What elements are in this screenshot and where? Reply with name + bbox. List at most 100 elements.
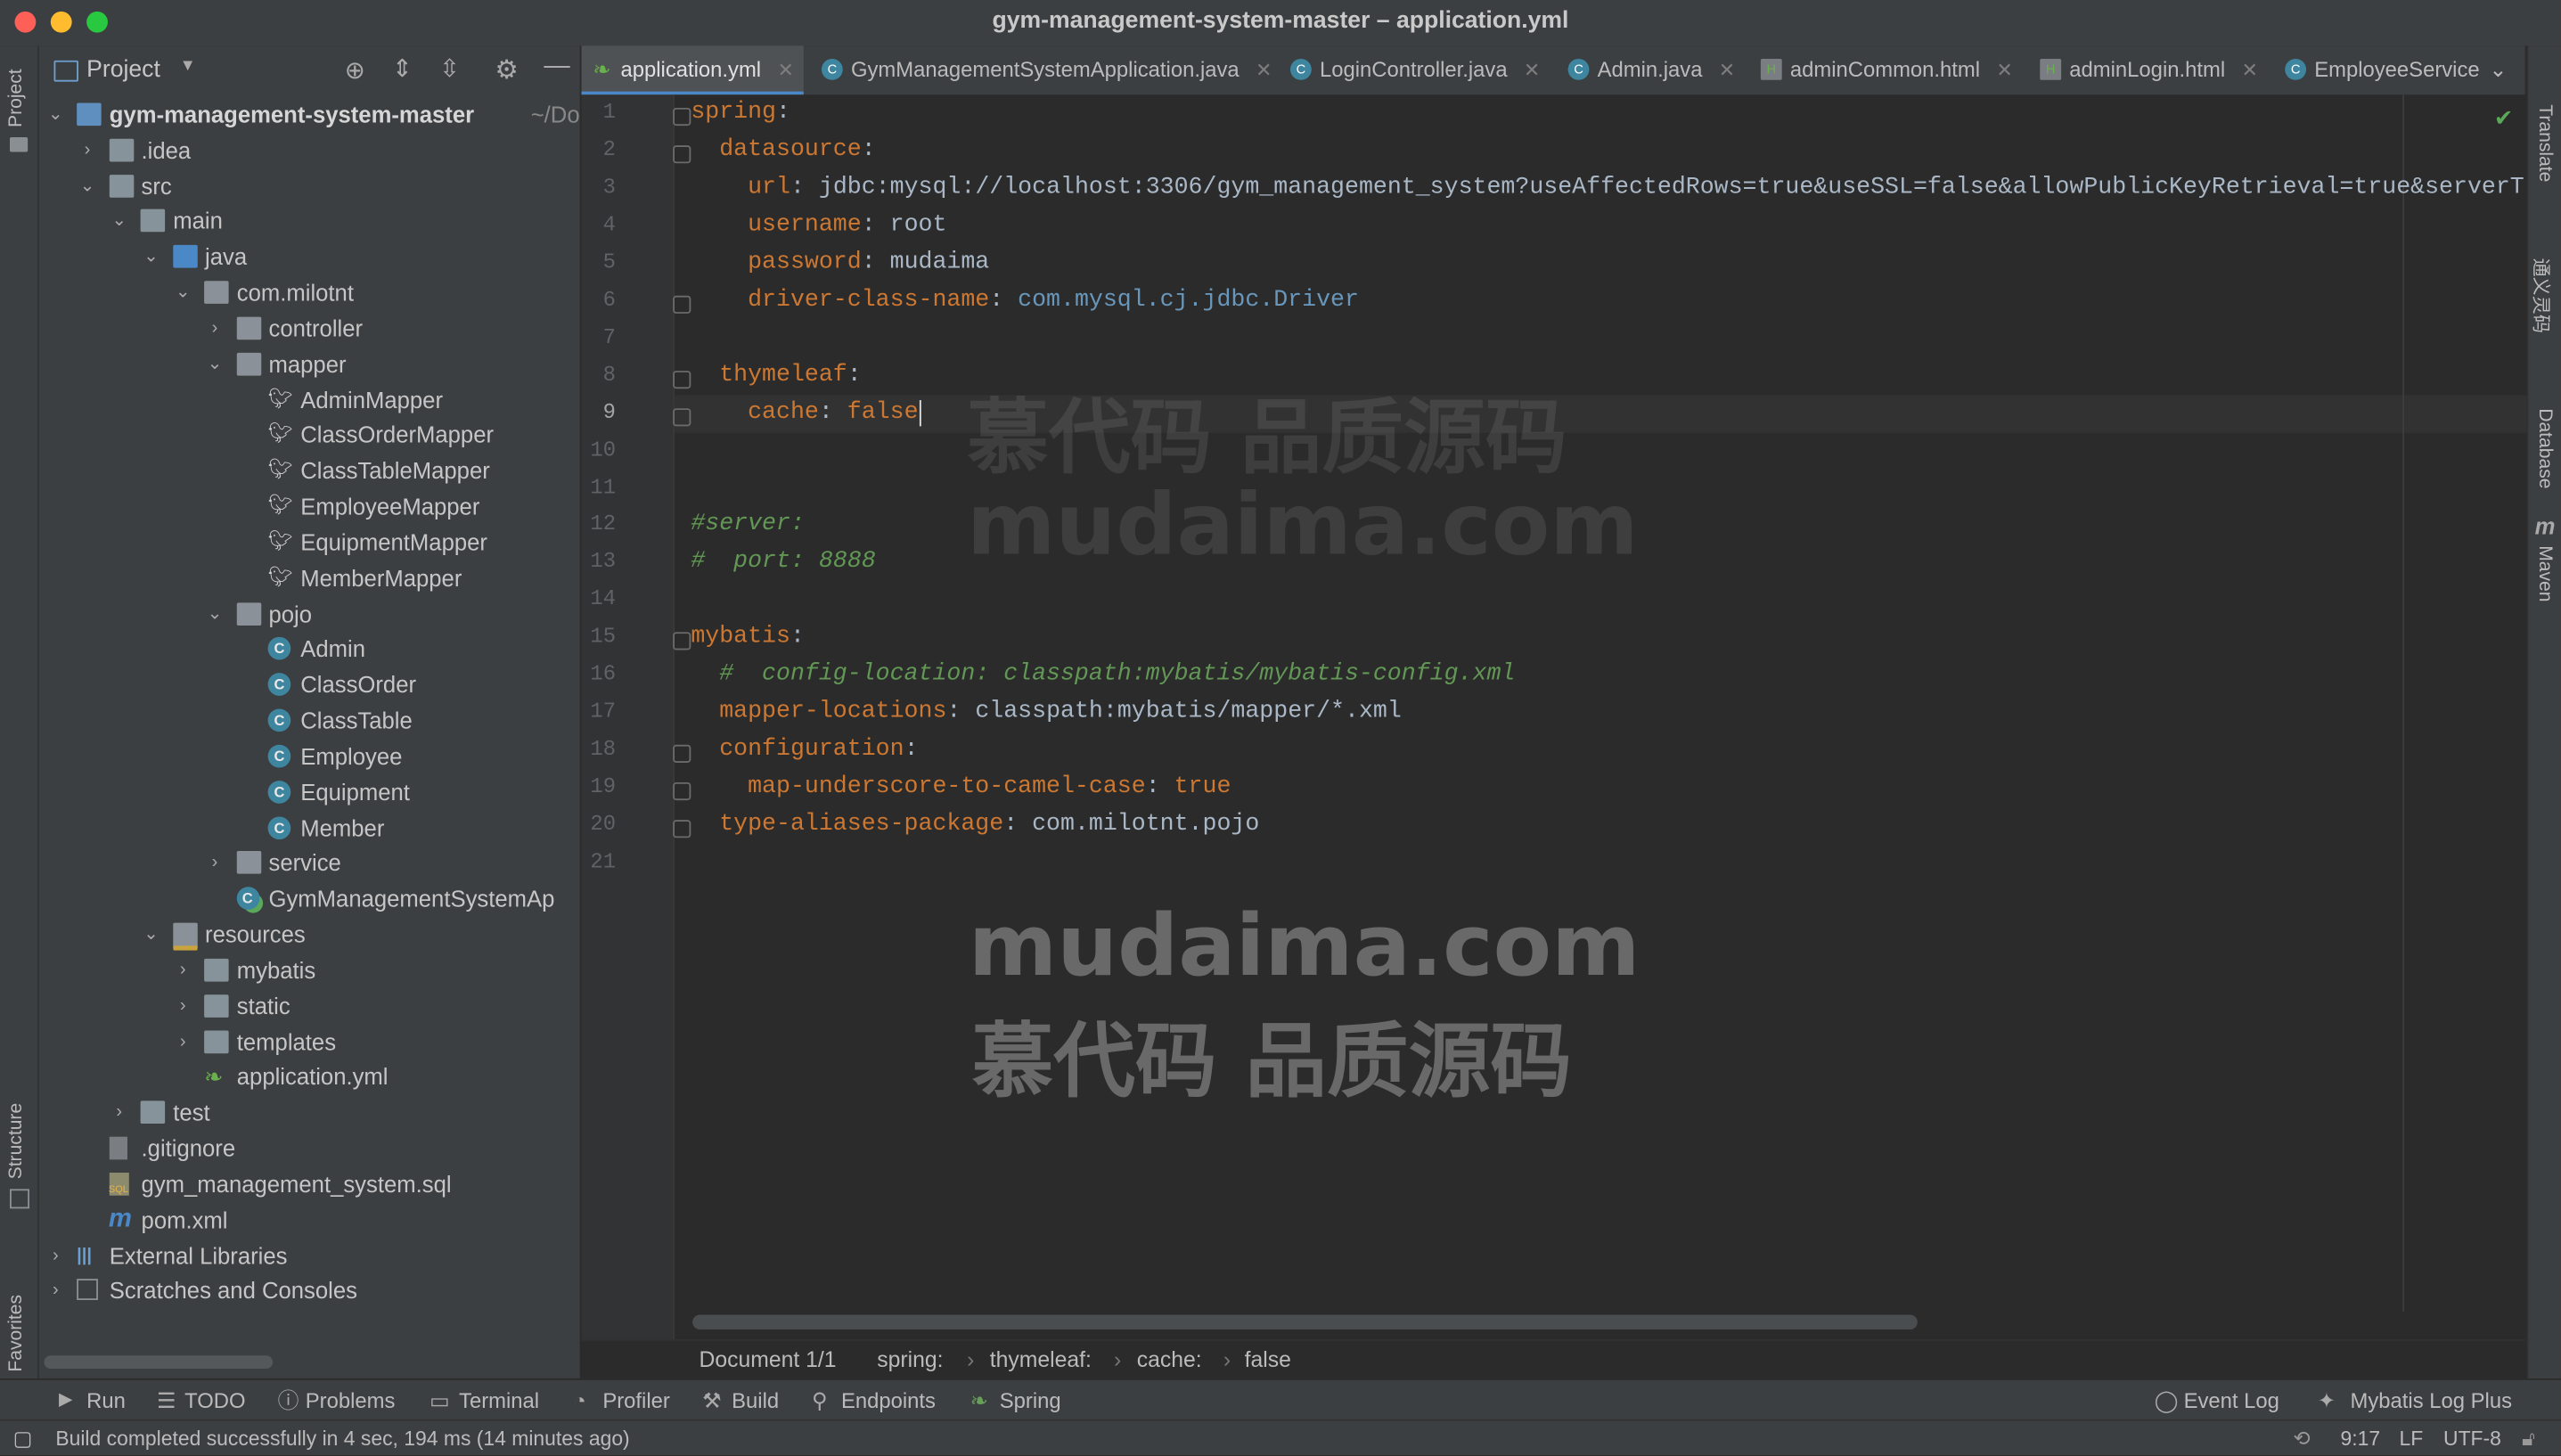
- expand-all-icon[interactable]: ⇕: [392, 53, 413, 83]
- tree-item[interactable]: › Scratches and Consoles: [39, 1273, 580, 1309]
- editor-tab[interactable]: ❧ application.yml ✕: [581, 45, 804, 95]
- tree-item[interactable]: C ClassTable: [39, 702, 580, 738]
- tree-item[interactable]: ⌄ com.milotnt: [39, 274, 580, 310]
- caret-position[interactable]: 9:17: [2341, 1421, 2381, 1455]
- spring-tool-button[interactable]: Spring: [1000, 1380, 1061, 1421]
- tree-item[interactable]: m pom.xml: [39, 1201, 580, 1237]
- locate-icon[interactable]: ⊕: [345, 55, 365, 85]
- fold-marker-icon[interactable]: [673, 145, 691, 164]
- tree-item[interactable]: ⌄ src: [39, 168, 580, 203]
- tree-item[interactable]: C GymManagementSystemAp: [39, 880, 580, 916]
- editor-tab[interactable]: HadminLogin.html ✕: [2040, 45, 2258, 94]
- chevron-down-icon[interactable]: ⌄: [142, 916, 161, 952]
- chevron-down-icon[interactable]: ▼: [180, 57, 196, 75]
- tree-item[interactable]: ⌄ main: [39, 203, 580, 239]
- event-log-button[interactable]: Event Log: [2184, 1380, 2279, 1421]
- build-tool-button[interactable]: Build: [732, 1380, 779, 1421]
- hide-panel-icon[interactable]: —: [544, 53, 569, 82]
- chevron-down-icon[interactable]: ⌄: [142, 239, 161, 274]
- chevron-right-icon[interactable]: ›: [205, 310, 225, 346]
- chevron-right-icon[interactable]: ›: [78, 132, 97, 168]
- tree-item[interactable]: 🐦︎ ClassOrderMapper: [39, 417, 580, 453]
- lock-icon[interactable]: 🔓︎: [2522, 1421, 2535, 1455]
- tongyi-tool-button[interactable]: 通义灵码: [2528, 258, 2554, 333]
- fold-marker-icon[interactable]: [673, 370, 691, 389]
- tree-item[interactable]: › controller: [39, 310, 580, 346]
- editor-tab[interactable]: C LoginController.java ✕: [1289, 45, 1540, 94]
- inspection-ok-icon[interactable]: ✔: [2494, 104, 2514, 132]
- fold-marker-icon[interactable]: [673, 632, 691, 651]
- document-indicator[interactable]: Document 1/1: [699, 1341, 836, 1380]
- status-message[interactable]: Build completed successfully in 4 sec, 1…: [55, 1421, 629, 1455]
- more-tabs-chevron-icon[interactable]: ⌄: [2489, 45, 2507, 94]
- editor-tab[interactable]: HadminCommon.html ✕: [1760, 45, 2013, 94]
- toggle-tool-windows-icon[interactable]: ▢: [13, 1421, 33, 1451]
- editor-tab[interactable]: C EmployeeService: [2285, 45, 2480, 94]
- chevron-right-icon[interactable]: ›: [173, 1023, 192, 1059]
- editor-horizontal-scrollbar[interactable]: [692, 1314, 1918, 1329]
- chevron-right-icon[interactable]: ›: [205, 845, 225, 880]
- tree-item[interactable]: 🐦︎ ClassTableMapper: [39, 453, 580, 488]
- fold-marker-icon[interactable]: [673, 820, 691, 838]
- editor-tab[interactable]: C Admin.java ✕: [1567, 45, 1735, 94]
- tree-item[interactable]: 🐦︎ EquipmentMapper: [39, 524, 580, 560]
- tree-item[interactable]: › .idea: [39, 132, 580, 168]
- terminal-tool-button[interactable]: Terminal: [459, 1380, 539, 1421]
- chevron-down-icon[interactable]: ⌄: [78, 168, 97, 203]
- line-separator[interactable]: LF: [2400, 1421, 2424, 1455]
- chevron-down-icon[interactable]: ⌄: [45, 96, 65, 132]
- collapse-all-icon[interactable]: ⇳: [439, 53, 460, 83]
- tree-item[interactable]: C Equipment: [39, 773, 580, 809]
- close-tab-icon[interactable]: ✕: [1524, 59, 1540, 82]
- favorites-tool-button[interactable]: Favorites: [6, 1295, 26, 1372]
- project-view-selector[interactable]: Project: [86, 57, 160, 83]
- tree-item[interactable]: ⌄ resources: [39, 916, 580, 952]
- close-tab-icon[interactable]: ✕: [1719, 59, 1735, 82]
- chevron-down-icon[interactable]: ⌄: [205, 595, 225, 631]
- editor-tab[interactable]: C GymManagementSystemApplication.java ✕: [821, 45, 1272, 94]
- file-encoding[interactable]: UTF-8: [2443, 1421, 2501, 1455]
- chevron-down-icon[interactable]: ⌄: [110, 203, 129, 239]
- chevron-right-icon[interactable]: ›: [110, 1094, 129, 1130]
- breadcrumb-item[interactable]: cache:: [1137, 1341, 1202, 1380]
- tree-item[interactable]: ⌄ java: [39, 239, 580, 274]
- tree-item[interactable]: .gitignore: [39, 1130, 580, 1166]
- tree-item[interactable]: SQL gym_management_system.sql: [39, 1166, 580, 1201]
- gear-icon[interactable]: ⚙: [495, 53, 518, 86]
- project-tool-button[interactable]: Project: [6, 69, 26, 127]
- tree-item[interactable]: › ||| External Libraries: [39, 1238, 580, 1273]
- breadcrumb-item[interactable]: spring:: [877, 1341, 943, 1380]
- fold-marker-icon[interactable]: [673, 107, 691, 127]
- breadcrumb-item[interactable]: false: [1245, 1341, 1291, 1380]
- chevron-right-icon[interactable]: ›: [173, 987, 192, 1023]
- maven-tool-button[interactable]: Maven: [2535, 545, 2555, 601]
- close-tab-icon[interactable]: ✕: [1256, 59, 1272, 82]
- chevron-right-icon[interactable]: ›: [173, 952, 192, 987]
- tree-item[interactable]: 🐦︎ AdminMapper: [39, 381, 580, 417]
- database-tool-button[interactable]: Database: [2535, 408, 2555, 488]
- chevron-right-icon[interactable]: ›: [45, 1273, 65, 1309]
- chevron-down-icon[interactable]: ⌄: [205, 346, 225, 381]
- tree-item[interactable]: › test: [39, 1094, 580, 1130]
- tree-item[interactable]: › mybatis: [39, 952, 580, 987]
- structure-tool-button[interactable]: Structure: [6, 1103, 26, 1180]
- close-tab-icon[interactable]: ✕: [2241, 59, 2257, 82]
- mybatis-log-plus-button[interactable]: Mybatis Log Plus: [2351, 1380, 2512, 1421]
- run-tool-button[interactable]: Run: [86, 1380, 126, 1421]
- fold-marker-icon[interactable]: [673, 407, 691, 426]
- profiler-tool-button[interactable]: Profiler: [602, 1380, 669, 1421]
- tree-item[interactable]: ⌄ mapper: [39, 346, 580, 381]
- tree-item[interactable]: › templates: [39, 1023, 580, 1059]
- translate-tool-button[interactable]: Translate: [2535, 104, 2555, 182]
- tree-item[interactable]: › service: [39, 845, 580, 880]
- chevron-down-icon[interactable]: ⌄: [173, 274, 192, 310]
- todo-tool-button[interactable]: TODO: [184, 1380, 245, 1421]
- fold-marker-icon[interactable]: [673, 295, 691, 314]
- tree-item[interactable]: C Admin: [39, 631, 580, 667]
- close-tab-icon[interactable]: ✕: [1996, 59, 2012, 82]
- tree-item[interactable]: C Employee: [39, 738, 580, 773]
- tree-item[interactable]: ❧ application.yml: [39, 1059, 580, 1094]
- problems-tool-button[interactable]: Problems: [306, 1380, 396, 1421]
- tree-item[interactable]: ⌄ gym-management-system-master ~/Do: [39, 96, 580, 132]
- tree-item[interactable]: C ClassOrder: [39, 667, 580, 702]
